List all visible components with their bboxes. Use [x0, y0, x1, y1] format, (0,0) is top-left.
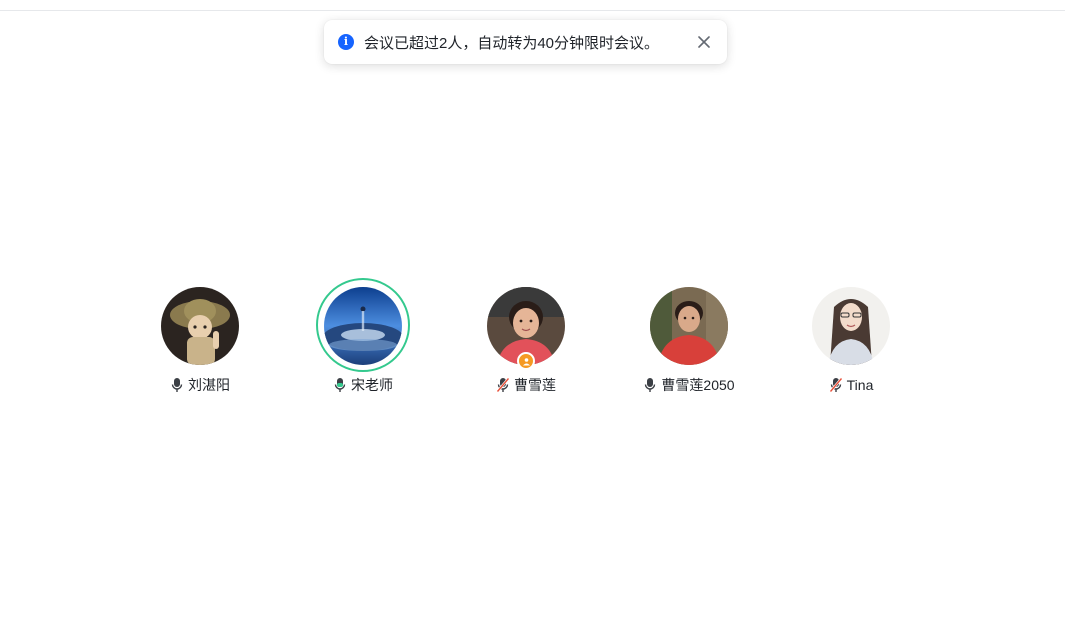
avatar-container	[480, 280, 572, 372]
host-badge	[517, 352, 535, 370]
participant-name-row: 曹雪莲	[496, 376, 556, 394]
participant-name: 曹雪莲	[514, 377, 556, 393]
microphone-muted-icon	[829, 377, 843, 393]
participant-tile[interactable]: Tina	[776, 280, 926, 394]
avatar-container	[805, 280, 897, 372]
user-icon	[522, 357, 530, 365]
participant-tile[interactable]: 宋老师	[288, 278, 438, 394]
participant-name-row: Tina	[829, 376, 874, 394]
participant-name: Tina	[846, 377, 874, 393]
participant-gallery: 刘湛阳 宋老师 曹雪莲 曹雪莲2050 Tina	[0, 0, 1065, 624]
microphone-icon	[171, 378, 183, 392]
participant-name: 宋老师	[351, 377, 393, 393]
participant-name-row: 曹雪莲2050	[643, 376, 735, 394]
microphone-icon	[334, 378, 346, 392]
avatar	[324, 287, 402, 365]
participant-tile[interactable]: 曹雪莲2050	[614, 280, 764, 394]
avatar	[161, 287, 239, 365]
participant-name: 刘湛阳	[188, 377, 230, 393]
microphone-icon	[645, 378, 656, 392]
avatar	[650, 287, 728, 365]
participant-name-row: 刘湛阳	[170, 376, 230, 394]
avatar-container	[154, 280, 246, 372]
participant-tile[interactable]: 曹雪莲	[451, 280, 601, 394]
microphone-muted-icon	[496, 377, 510, 393]
avatar-container	[316, 278, 410, 372]
avatar	[812, 287, 890, 365]
avatar-container	[643, 280, 735, 372]
participant-tile[interactable]: 刘湛阳	[125, 280, 275, 394]
participant-name-row: 宋老师	[333, 376, 393, 394]
participant-name: 曹雪莲2050	[661, 377, 735, 393]
